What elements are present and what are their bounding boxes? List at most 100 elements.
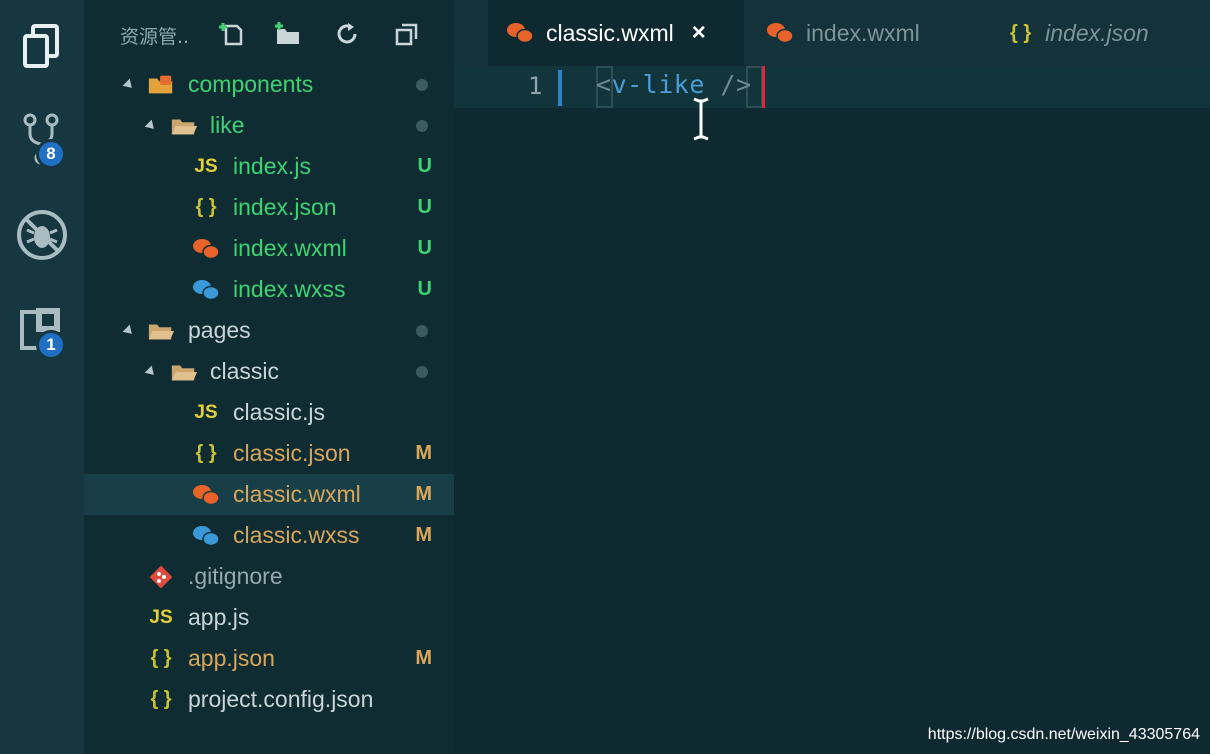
new-file-icon[interactable] <box>218 20 246 48</box>
code-close-bracket: /> <box>704 70 752 99</box>
tree-item-index-js[interactable]: JS index.js U <box>84 146 454 187</box>
git-status: M <box>415 442 432 464</box>
activity-bar: 8 1 <box>0 0 84 754</box>
wxml-file-icon <box>766 21 794 45</box>
tree-item-gitignore[interactable]: .gitignore <box>84 556 454 597</box>
tree-item-label: app.js <box>188 604 250 630</box>
folder-open-icon <box>147 317 175 345</box>
refresh-icon[interactable] <box>333 20 361 48</box>
wxss-file-icon <box>192 276 220 304</box>
extensions-icon[interactable]: 1 <box>0 306 84 360</box>
json-file-icon: { } <box>195 442 217 464</box>
git-file-icon <box>147 563 175 591</box>
tab-label: index.wxml <box>806 19 920 46</box>
git-status: U <box>417 196 432 218</box>
watermark: https://blog.csdn.net/weixin_43305764 <box>927 726 1200 743</box>
git-status: U <box>417 278 432 300</box>
chevron-down-icon[interactable] <box>144 365 158 378</box>
git-status: M <box>415 483 432 505</box>
tree-item-label: project.config.json <box>188 686 374 712</box>
tab-index-wxml[interactable]: index.wxml <box>766 0 966 66</box>
js-file-icon: JS <box>149 606 173 628</box>
code-line[interactable]: <v-like /> <box>596 70 752 99</box>
js-file-icon: JS <box>194 155 218 177</box>
collapse-all-icon[interactable] <box>393 20 421 48</box>
git-status: U <box>417 155 432 177</box>
ibeam-cursor-icon <box>691 96 711 146</box>
tree-item-label: index.js <box>233 153 311 179</box>
status-dot <box>416 78 428 91</box>
tree-item-label: classic.wxml <box>233 481 361 507</box>
wxml-file-icon <box>192 235 220 263</box>
chevron-down-icon[interactable] <box>122 324 136 337</box>
folder-components-icon <box>147 71 175 99</box>
tree-item-label: classic.js <box>233 399 326 425</box>
tree-item-label: index.wxss <box>233 276 346 302</box>
folder-open-icon <box>170 358 198 386</box>
js-file-icon: JS <box>194 401 218 423</box>
tree-item-label: .gitignore <box>188 563 283 589</box>
code-tag: v-like <box>611 70 705 99</box>
tree-item-label: pages <box>188 317 251 343</box>
json-file-icon: { } <box>1010 21 1032 44</box>
tree-item-label: index.json <box>233 194 337 220</box>
tree-item-classic-wxml[interactable]: classic.wxml M <box>84 474 454 515</box>
tree-item-like[interactable]: like <box>84 105 454 146</box>
json-file-icon: { } <box>195 196 217 218</box>
code-open-bracket: < <box>596 70 612 99</box>
debug-icon[interactable] <box>0 208 84 262</box>
tree-item-index-wxml[interactable]: index.wxml U <box>84 228 454 269</box>
close-icon[interactable]: × <box>692 19 706 47</box>
tree-item-app-json[interactable]: { } app.json M <box>84 638 454 679</box>
tree-item-label: like <box>210 112 245 138</box>
line-number: 1 <box>528 72 543 100</box>
git-status: M <box>415 647 432 669</box>
tree-item-index-wxss[interactable]: index.wxss U <box>84 269 454 310</box>
tree-item-label: classic.wxss <box>233 522 360 548</box>
text-cursor <box>762 66 765 108</box>
tree-item-index-json[interactable]: { } index.json U <box>84 187 454 228</box>
tree-item-label: index.wxml <box>233 235 347 261</box>
extensions-badge: 1 <box>36 330 66 360</box>
folder-open-icon <box>170 112 198 140</box>
status-dot <box>416 365 428 378</box>
tab-classic-wxml[interactable]: classic.wxml × <box>488 0 744 66</box>
tree-item-components[interactable]: components <box>84 64 454 105</box>
tree-item-label: app.json <box>188 645 275 671</box>
chevron-down-icon[interactable] <box>144 119 158 132</box>
tab-label: classic.wxml <box>546 19 674 46</box>
tree-item-label: components <box>188 71 314 97</box>
tree-item-classic-json[interactable]: { } classic.json M <box>84 433 454 474</box>
tree-item-classic-wxss[interactable]: classic.wxss M <box>84 515 454 556</box>
source-control-badge: 8 <box>36 139 66 169</box>
wxml-file-icon <box>506 21 534 45</box>
tab-label: index.json <box>1045 19 1149 46</box>
gutter-modified-indicator <box>558 70 562 106</box>
tree-item-label: classic <box>210 358 280 384</box>
status-dot <box>416 119 428 132</box>
tab-index-json[interactable]: { } index.json <box>1010 0 1210 66</box>
tree-item-label: classic.json <box>233 440 351 466</box>
tree-item-classic-js[interactable]: JS classic.js <box>84 392 454 433</box>
source-control-icon[interactable]: 8 <box>0 112 84 169</box>
explorer-sidebar: 资源管.. components like JS index.js U {} … <box>84 0 454 754</box>
editor-area: classic.wxml × index.wxml { } index.json… <box>454 0 1210 754</box>
status-dot <box>416 324 428 337</box>
git-status: U <box>417 237 432 259</box>
json-file-icon: { } <box>150 688 172 710</box>
tree-item-classic[interactable]: classic <box>84 351 454 392</box>
wxml-file-icon <box>192 481 220 509</box>
tree-item-app-js[interactable]: JS app.js <box>84 597 454 638</box>
explorer-title: 资源管.. <box>120 26 190 48</box>
chevron-down-icon[interactable] <box>122 78 136 91</box>
json-file-icon: { } <box>150 647 172 669</box>
wxss-file-icon <box>192 522 220 550</box>
current-line-highlight <box>454 66 1210 108</box>
explorer-icon[interactable] <box>0 22 84 70</box>
explorer-header: 资源管.. <box>84 0 454 66</box>
tree-item-project-config-json[interactable]: { } project.config.json <box>84 679 454 720</box>
git-status: M <box>415 524 432 546</box>
editor-tabs: classic.wxml × index.wxml { } index.json <box>454 0 1210 66</box>
tree-item-pages[interactable]: pages <box>84 310 454 351</box>
new-folder-icon[interactable] <box>274 20 302 48</box>
